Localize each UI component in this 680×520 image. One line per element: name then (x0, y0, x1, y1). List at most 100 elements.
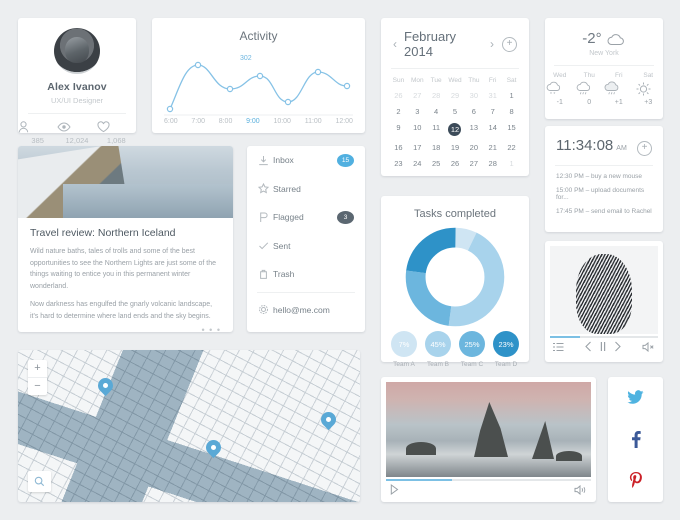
calendar-day[interactable]: 27 (408, 87, 427, 103)
agenda-item[interactable]: 12:30 PM – buy a new mouse (545, 166, 663, 180)
forecast-day: Thu 0 (575, 72, 605, 106)
activity-axis: 6:00 7:00 8:00 9:00 10:00 11:00 12:00 (152, 118, 365, 125)
heart-icon (97, 121, 136, 133)
calendar-day[interactable]: 17 (408, 139, 427, 155)
video-frame[interactable] (386, 382, 591, 477)
twitter-button[interactable] (608, 377, 663, 419)
mail-item-flagged[interactable]: Flagged 3 (247, 203, 365, 232)
check-icon (258, 240, 273, 251)
more-options-button[interactable]: • • • (18, 322, 233, 332)
forecast-dow: Wed (553, 72, 567, 79)
mail-item-sent[interactable]: Sent (247, 232, 365, 261)
map-search-button[interactable] (28, 471, 51, 492)
calendar-day[interactable]: 8 (502, 103, 521, 119)
agenda-item[interactable]: 15:00 PM – upload documents for... (545, 180, 663, 201)
calendar-day[interactable]: 9 (389, 119, 408, 139)
calendar-day[interactable]: 11 (427, 119, 446, 139)
calendar-day[interactable]: 24 (408, 155, 427, 171)
zoom-in-button[interactable]: + (28, 360, 47, 377)
calendar-day[interactable]: 30 (464, 87, 483, 103)
svg-text:* *: * * (550, 92, 555, 97)
calendar-day[interactable]: 23 (389, 155, 408, 171)
legend-percent: 45% (425, 331, 451, 357)
player-progress-bar[interactable] (550, 336, 658, 338)
calendar-day-selected[interactable]: 12 (446, 119, 465, 139)
zoom-out-button[interactable]: − (28, 377, 47, 395)
travel-title: Travel review: Northern Iceland (30, 227, 176, 239)
calendar-day[interactable]: 1 (502, 155, 521, 171)
calendar-day[interactable]: 29 (446, 87, 465, 103)
mail-item-trash[interactable]: Trash (247, 260, 365, 289)
calendar-day[interactable]: 28 (427, 87, 446, 103)
calendar-day[interactable]: 22 (502, 139, 521, 155)
calendar-day[interactable]: 25 (427, 155, 446, 171)
calendar-day[interactable]: 15 (502, 119, 521, 139)
video-progress-bar[interactable] (386, 479, 591, 481)
travel-paragraph: Wild nature baths, tales of trolls and s… (30, 248, 216, 290)
dow-label: Thu (468, 77, 480, 84)
next-month-button[interactable]: › (490, 37, 494, 51)
calendar-day[interactable]: 10 (408, 119, 427, 139)
calendar-day[interactable]: 31 (483, 87, 502, 103)
legend-item-team-c: 25% Team C (455, 331, 489, 368)
map-card[interactable]: + − (18, 350, 360, 502)
calendar-day[interactable]: 4 (427, 103, 446, 119)
calendar-day[interactable]: 21 (483, 139, 502, 155)
map-pin[interactable] (206, 440, 221, 460)
stat-views: 12,024 (57, 121, 96, 145)
calendar-day[interactable]: 14 (483, 119, 502, 139)
map-pin[interactable] (321, 412, 336, 432)
travel-review-card: Travel review: Northern Iceland Wild nat… (18, 146, 233, 332)
previous-icon[interactable] (584, 341, 592, 352)
pinterest-icon (629, 472, 642, 489)
dashboard: Alex Ivanov UX/UI Designer 385 12,024 1, (0, 0, 680, 520)
mail-account[interactable]: hello@me.com (247, 296, 365, 325)
twitter-icon (627, 390, 644, 405)
calendar-day[interactable]: 26 (389, 87, 408, 103)
prev-month-button[interactable]: ‹ (393, 37, 397, 51)
calendar-day[interactable]: 19 (446, 139, 465, 155)
map-streets (18, 350, 360, 502)
calendar-card: ‹ February 2014 › + Sun Mon Tue Wed Thu … (381, 18, 529, 176)
calendar-day[interactable]: 1 (502, 87, 521, 103)
map-pin[interactable] (98, 378, 113, 398)
add-event-button[interactable]: + (502, 36, 517, 52)
calendar-day[interactable]: 20 (464, 139, 483, 155)
tasks-donut-chart (405, 227, 505, 327)
calendar-day[interactable]: 7 (483, 103, 502, 119)
next-icon[interactable] (614, 341, 622, 352)
axis-tick: 12:00 (335, 118, 353, 125)
divider (257, 291, 355, 293)
calendar-day[interactable]: 27 (464, 155, 483, 171)
volume-icon[interactable] (574, 484, 587, 495)
calendar-day[interactable]: 2 (389, 103, 408, 119)
agenda-item[interactable]: 17:45 PM – send email to Rachel (545, 201, 663, 215)
calendar-day[interactable]: 6 (464, 103, 483, 119)
add-reminder-button[interactable]: + (637, 141, 652, 156)
calendar-grid: Sun Mon Tue Wed Thu Fri Sat 26 27 28 29 … (381, 69, 529, 171)
calendar-day[interactable]: 3 (408, 103, 427, 119)
mail-item-starred[interactable]: Starred (247, 175, 365, 204)
calendar-day[interactable]: 28 (483, 155, 502, 171)
calendar-day[interactable]: 16 (389, 139, 408, 155)
tasks-legend: 7% Team A 45% Team B 25% Team C 23% Team… (381, 329, 529, 368)
stat-value: 1,068 (106, 136, 126, 145)
calendar-day[interactable]: 5 (446, 103, 465, 119)
dow-label: Tue (430, 77, 442, 84)
calendar-day[interactable]: 13 (464, 119, 483, 139)
playlist-icon[interactable] (553, 342, 564, 352)
axis-tick-active: 9:00 (246, 118, 260, 125)
legend-item-team-b: 45% Team B (421, 331, 455, 368)
pinterest-button[interactable] (608, 460, 663, 502)
facebook-button[interactable] (608, 419, 663, 461)
stat-likes: 1,068 (97, 121, 136, 145)
calendar-header: ‹ February 2014 › + (381, 18, 529, 59)
volume-mute-icon[interactable] (642, 341, 655, 352)
pause-icon[interactable] (599, 341, 607, 352)
calendar-day[interactable]: 26 (446, 155, 465, 171)
mail-item-inbox[interactable]: Inbox 15 (247, 146, 365, 175)
play-icon[interactable] (390, 484, 399, 495)
stat-value: 385 (31, 136, 44, 145)
calendar-day[interactable]: 18 (427, 139, 446, 155)
legend-percent: 25% (459, 331, 485, 357)
